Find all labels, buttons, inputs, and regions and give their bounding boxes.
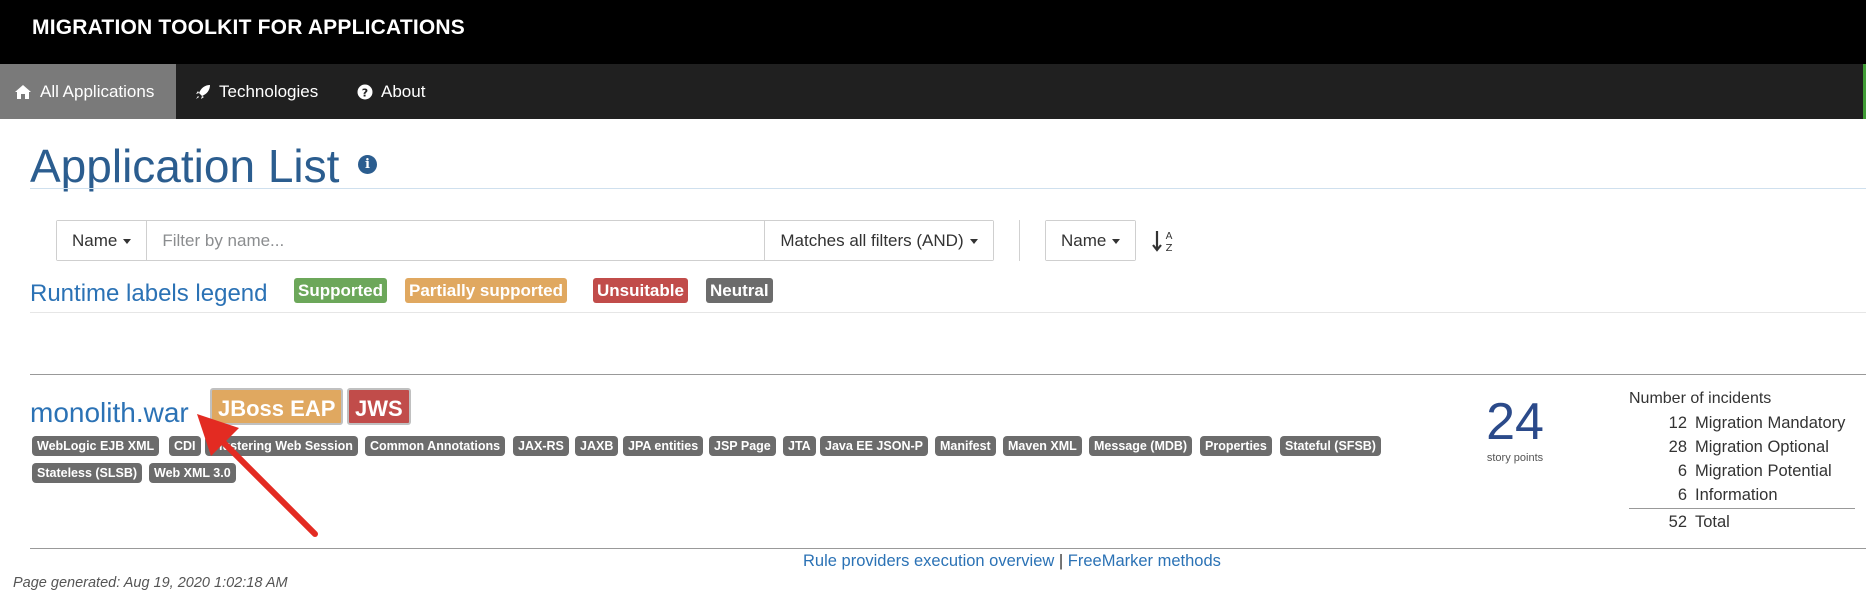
footer-separator: |	[1058, 552, 1064, 570]
page-generated-timestamp: Page generated: Aug 19, 2020 1:02:18 AM	[13, 575, 288, 591]
match-mode-dropdown[interactable]: Matches all filters (AND)	[765, 221, 993, 260]
chevron-down-icon	[123, 239, 132, 244]
footer-links: Rule providers execution overview | Free…	[803, 552, 1221, 571]
svg-text:?: ?	[362, 86, 368, 99]
toolbar-divider	[1019, 220, 1020, 261]
nav-technologies-label: Technologies	[219, 81, 319, 101]
freemarker-methods-link[interactable]: FreeMarker methods	[1068, 552, 1221, 570]
title-divider	[30, 188, 1866, 189]
sort-field-dropdown[interactable]: Name	[1045, 220, 1137, 261]
incident-total-label: Total	[1695, 513, 1730, 531]
sort-alpha-asc-icon[interactable]: A Z	[1152, 228, 1176, 254]
nav-all-applications[interactable]: All Applications	[0, 64, 176, 119]
legend-unsuitable-badge: Unsuitable	[593, 278, 688, 303]
rocket-icon	[196, 84, 210, 99]
top-bar: MIGRATION TOOLKIT FOR APPLICATIONS	[0, 0, 1866, 64]
tech-tag: JSP Page	[709, 436, 776, 456]
brand-title: MIGRATION TOOLKIT FOR APPLICATIONS	[32, 16, 466, 39]
filter-input[interactable]	[146, 221, 766, 260]
svg-text:Z: Z	[1166, 243, 1173, 254]
incidents-total-divider	[1629, 508, 1855, 509]
incident-label: Migration Mandatory	[1695, 414, 1846, 432]
incident-label: Migration Potential	[1695, 462, 1832, 480]
legend-partially-supported-badge: Partially supported	[405, 278, 567, 303]
incident-total-count: 52	[1668, 513, 1687, 531]
sort-field-label: Name	[1061, 230, 1107, 250]
tech-tag: Manifest	[935, 436, 996, 456]
legend-supported-badge: Supported	[294, 278, 387, 303]
tech-tag: Properties	[1200, 436, 1272, 456]
nav-about-label: About	[381, 81, 426, 101]
tech-tag: Message (MDB)	[1089, 436, 1193, 456]
chevron-down-icon	[969, 239, 978, 244]
match-mode-label: Matches all filters (AND)	[780, 230, 964, 250]
tech-tag: JAX-RS	[513, 436, 569, 456]
filter-field-label: Name	[72, 230, 118, 250]
incident-count: 6	[1677, 486, 1687, 504]
runtime-jws-badge: JWS	[347, 388, 411, 425]
incident-label: Migration Optional	[1695, 438, 1829, 456]
filter-field-dropdown[interactable]: Name	[57, 221, 147, 260]
filter-group: Name Matches all filters (AND)	[56, 220, 994, 261]
chevron-down-icon	[1112, 239, 1121, 244]
app-row-bottom-divider	[30, 548, 1866, 549]
nav-about[interactable]: ? About	[357, 64, 425, 119]
tech-tag: Java EE JSON-P	[820, 436, 928, 456]
tech-tag: JAXB	[575, 436, 619, 456]
nav-technologies[interactable]: Technologies	[195, 64, 318, 119]
info-icon[interactable]: i	[358, 155, 377, 174]
incident-count: 6	[1677, 462, 1687, 480]
home-icon	[15, 84, 31, 99]
svg-text:A: A	[1166, 231, 1173, 242]
tech-tag: Stateful (SFSB)	[1280, 436, 1381, 456]
nav-all-applications-label: All Applications	[40, 81, 155, 101]
rule-providers-link[interactable]: Rule providers execution overview	[803, 552, 1054, 570]
tech-tag: WebLogic EJB XML	[32, 436, 160, 456]
incident-count: 12	[1668, 414, 1687, 432]
incidents-title: Number of incidents	[1629, 390, 1772, 407]
app-row-top-divider	[30, 374, 1866, 375]
tech-tag: JTA	[783, 436, 816, 456]
annotation-arrow-icon	[197, 414, 318, 537]
question-circle-icon: ?	[357, 84, 373, 99]
incident-count: 28	[1668, 438, 1687, 456]
runtime-legend-title: Runtime labels legend	[30, 280, 268, 307]
story-points-value: 24	[1486, 393, 1544, 451]
main-nav: All Applications Technologies ? About	[0, 64, 1866, 119]
story-points-label: story points	[1486, 452, 1544, 464]
application-name-link[interactable]: monolith.war	[30, 397, 189, 429]
legend-divider	[30, 312, 1866, 313]
tech-tag: JPA entities	[623, 436, 704, 456]
tech-tag: Stateless (SLSB)	[32, 463, 143, 483]
page-title: Application List	[30, 140, 340, 192]
incident-label: Information	[1695, 486, 1778, 504]
tech-tag: Common Annotations	[365, 436, 506, 456]
tech-tag: Maven XML	[1003, 436, 1082, 456]
legend-neutral-badge: Neutral	[706, 278, 773, 303]
